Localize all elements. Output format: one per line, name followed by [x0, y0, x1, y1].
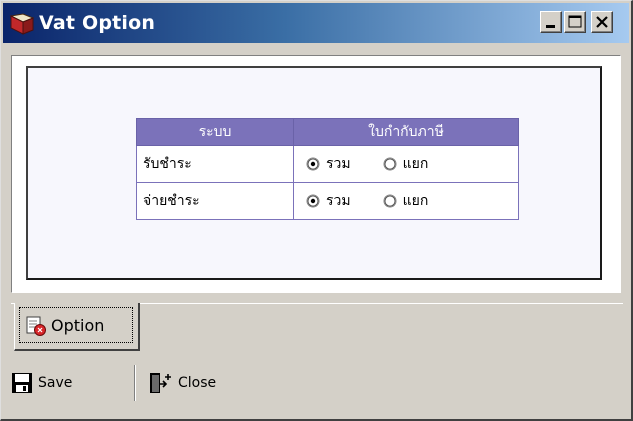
row-label: รับชำระ: [136, 145, 294, 183]
minimize-icon: [546, 25, 555, 28]
table-row: รับชำระ รวม แยก: [136, 145, 519, 183]
toolbar-separator: [134, 365, 136, 401]
radio-combined-pay[interactable]: รวม: [306, 190, 351, 212]
radio-cell: รวม แยก: [293, 145, 519, 183]
radio-label: แยก: [402, 156, 429, 172]
minimize-button[interactable]: [540, 11, 562, 33]
floppy-disk-icon: [12, 373, 32, 393]
close-label: Close: [178, 375, 217, 391]
radio-label: รวม: [326, 156, 351, 172]
radio-label: แยก: [402, 193, 429, 209]
column-header-tax-invoice: ใบกำกับภาษี: [293, 118, 519, 146]
app-icon: [9, 12, 35, 36]
close-window-button[interactable]: [591, 11, 613, 33]
radio-separate-receive[interactable]: แยก: [383, 153, 429, 175]
option-icon: [25, 315, 47, 341]
close-button[interactable]: Close: [147, 367, 216, 399]
table-row: จ่ายชำระ รวม แยก: [136, 182, 519, 220]
maximize-icon: [568, 15, 582, 28]
column-header-system: ระบบ: [136, 118, 294, 146]
radio-label: รวม: [326, 193, 351, 209]
vat-option-table: ระบบ ใบกำกับภาษี รับชำระ รวม แยก จ่ายชำร…: [136, 118, 519, 220]
radio-checked-icon: [306, 194, 320, 208]
save-button[interactable]: Save: [11, 367, 72, 399]
radio-cell: รวม แยก: [293, 182, 519, 220]
save-label: Save: [38, 375, 73, 391]
radio-unchecked-icon: [383, 157, 397, 171]
tab-label: Option: [51, 316, 105, 335]
exit-door-icon: [150, 373, 171, 393]
table-header-row: ระบบ ใบกำกับภาษี: [136, 118, 519, 146]
title-bar[interactable]: Vat Option: [3, 3, 629, 43]
close-icon: [596, 16, 608, 28]
radio-combined-receive[interactable]: รวม: [306, 153, 351, 175]
option-panel-inner: ระบบ ใบกำกับภาษี รับชำระ รวม แยก จ่ายชำร…: [26, 66, 602, 280]
maximize-button[interactable]: [564, 11, 586, 33]
radio-unchecked-icon: [383, 194, 397, 208]
window-title: Vat Option: [39, 12, 156, 34]
tab-option[interactable]: Option: [14, 303, 140, 351]
radio-checked-icon: [306, 157, 320, 171]
radio-separate-pay[interactable]: แยก: [383, 190, 429, 212]
option-panel: ระบบ ใบกำกับภาษี รับชำระ รวม แยก จ่ายชำร…: [11, 55, 621, 293]
row-label: จ่ายชำระ: [136, 182, 294, 220]
vat-option-window: Vat Option ระบบ ใบกำกับภาษี รับชำระ รวม …: [0, 0, 633, 421]
